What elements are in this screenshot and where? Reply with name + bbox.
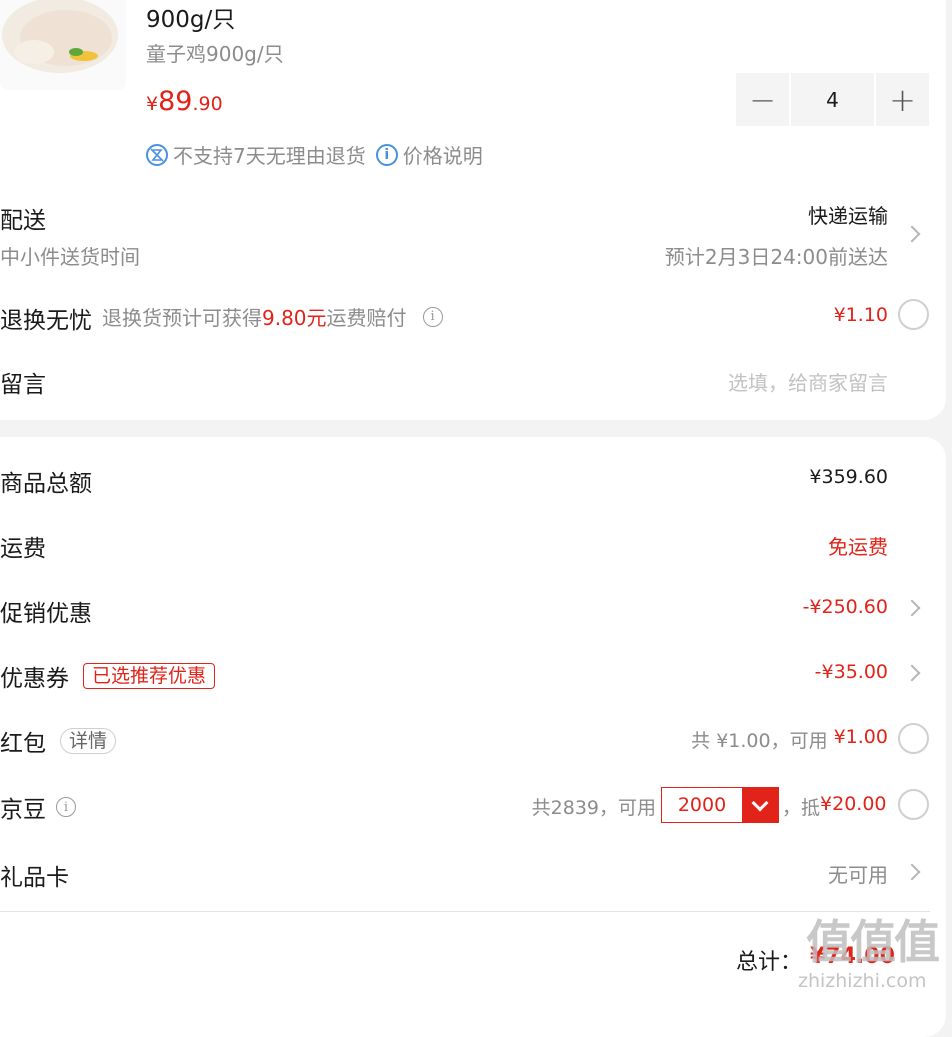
shipping-label: 运费 bbox=[0, 536, 46, 562]
jd-bean-checkbox[interactable] bbox=[898, 789, 929, 820]
return-desc-suffix: 运费赔付 bbox=[326, 306, 407, 330]
jd-bean-label: 京豆 bbox=[0, 797, 46, 823]
red-packet-value: ¥1.00 bbox=[833, 726, 888, 748]
goods-total-value: ¥359.60 bbox=[809, 466, 888, 488]
price-decimal: .90 bbox=[192, 93, 223, 115]
red-packet-label: 红包 bbox=[0, 731, 46, 757]
product-title[interactable]: 900g/只 bbox=[146, 0, 235, 34]
jd-bean-deduct-value: ¥20.00 bbox=[820, 793, 887, 815]
return-desc-prefix: 退换货预计可获得 bbox=[102, 306, 262, 330]
delivery-method[interactable]: 快递运输 bbox=[808, 200, 888, 229]
red-packet-info: 共 ¥1.00，可用 ¥1.00 bbox=[691, 726, 888, 753]
product-notes: 不支持7天无理由退货 i 价格说明 bbox=[146, 140, 483, 169]
watermark: 值值值 zhizhizhi.com bbox=[798, 908, 952, 999]
red-packet-detail-button[interactable]: 详情 bbox=[60, 728, 117, 754]
chevron-down-icon[interactable] bbox=[742, 788, 778, 822]
return-service-price: ¥1.10 bbox=[833, 304, 888, 326]
gift-card-value[interactable]: 无可用 bbox=[828, 859, 888, 888]
increase-button[interactable]: + bbox=[876, 73, 929, 126]
product-price: ¥89.90 bbox=[146, 86, 223, 117]
price-note-link[interactable]: 价格说明 bbox=[403, 140, 483, 169]
jd-bean-amount-select[interactable]: 2000 bbox=[661, 787, 779, 823]
product-spec: 童子鸡900g/只 bbox=[146, 42, 284, 66]
price-integer: 89 bbox=[158, 86, 193, 117]
delivery-eta[interactable]: 预计2月3日24:00前送达 bbox=[665, 241, 888, 270]
return-service-checkbox[interactable] bbox=[898, 299, 929, 330]
coupon-row: 优惠券 已选推荐优惠 bbox=[0, 659, 216, 693]
red-packet-row: 红包 详情 bbox=[0, 724, 117, 758]
delivery-sublabel: 中小件送货时间 bbox=[0, 245, 140, 269]
price-symbol: ¥ bbox=[146, 93, 159, 115]
red-packet-checkbox[interactable] bbox=[898, 723, 929, 754]
return-service-desc: 退换货预计可获得 9.80元 运费赔付 i bbox=[102, 302, 443, 331]
gift-card-label: 礼品卡 bbox=[0, 865, 69, 891]
watermark-site: zhizhizhi.com bbox=[798, 970, 927, 992]
coupon-label: 优惠券 bbox=[0, 666, 69, 692]
red-packet-available-text: 共 ¥1.00，可用 bbox=[691, 730, 828, 752]
jd-bean-available-text: 共2839，可用 bbox=[531, 797, 656, 819]
coupon-tag: 已选推荐优惠 bbox=[83, 663, 216, 689]
watermark-logo: 值值值 bbox=[806, 915, 940, 969]
coupon-value[interactable]: -¥35.00 bbox=[815, 661, 888, 683]
return-desc-amount: 9.80元 bbox=[262, 306, 327, 330]
message-input[interactable]: 选填，给商家留言 bbox=[728, 367, 888, 396]
no-return-icon bbox=[146, 143, 168, 166]
quantity-stepper: − 4 + bbox=[736, 73, 929, 126]
info-icon[interactable]: i bbox=[56, 797, 76, 817]
no-return-text: 不支持7天无理由退货 bbox=[173, 144, 366, 168]
info-icon[interactable]: i bbox=[375, 143, 398, 166]
total-label: 总计： bbox=[736, 950, 803, 975]
jd-bean-select-value[interactable]: 2000 bbox=[662, 788, 742, 822]
order-item-card bbox=[0, 0, 946, 420]
jd-bean-deduct-prefix: ，抵 bbox=[782, 797, 821, 819]
divider bbox=[0, 911, 930, 912]
goods-total-label: 商品总额 bbox=[0, 471, 92, 497]
shipping-value: 免运费 bbox=[828, 535, 888, 559]
promotion-label: 促销优惠 bbox=[0, 601, 92, 627]
quantity-input[interactable]: 4 bbox=[791, 73, 874, 126]
decrease-button[interactable]: − bbox=[736, 73, 789, 126]
return-service-label: 退换无忧 bbox=[0, 308, 92, 334]
info-icon[interactable]: i bbox=[422, 306, 443, 327]
delivery-label: 配送 bbox=[0, 208, 46, 234]
promotion-value[interactable]: -¥250.60 bbox=[803, 596, 888, 618]
message-label: 留言 bbox=[0, 372, 46, 398]
product-image[interactable] bbox=[0, 0, 126, 90]
jd-bean-deduct: ，抵 ¥20.00 bbox=[782, 793, 887, 820]
jd-bean-row: 京豆 i bbox=[0, 790, 76, 824]
